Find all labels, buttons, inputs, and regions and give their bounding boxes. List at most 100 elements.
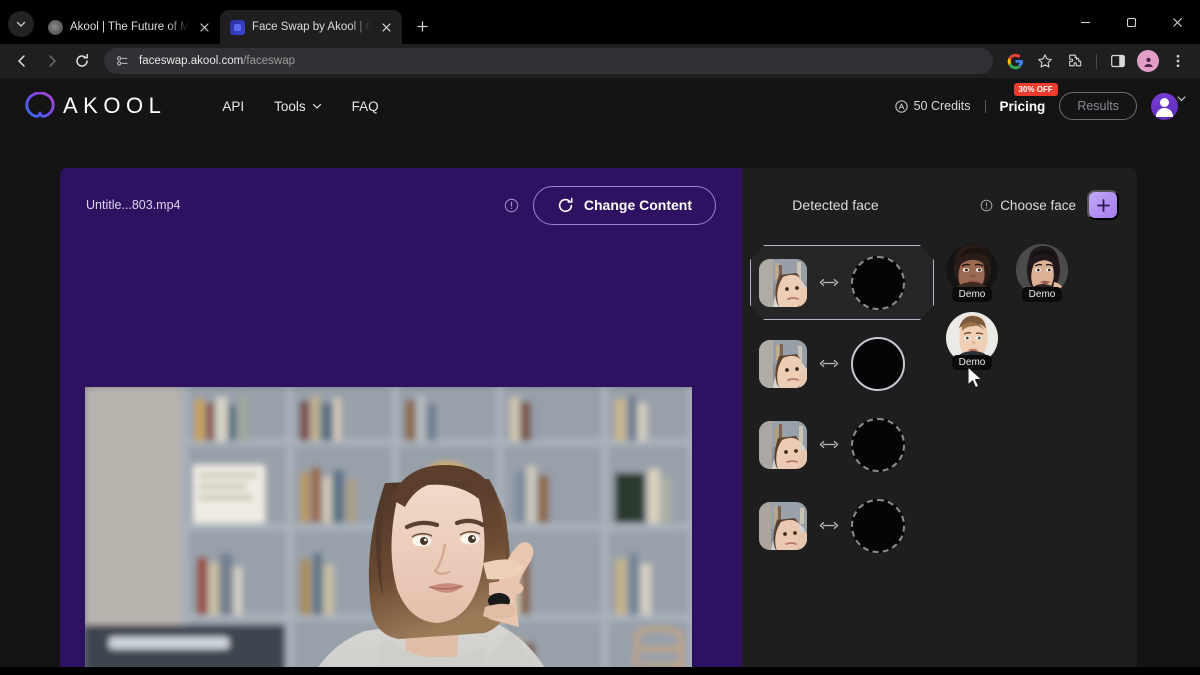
swap-arrows-icon [819,358,839,369]
bookmark-star-icon[interactable] [1031,47,1059,75]
nav-item-tools[interactable]: Tools [274,99,322,114]
face-pair-row[interactable] [750,404,932,485]
credits-display[interactable]: 50 Credits [894,99,971,113]
choose-face-group: Choose face [980,190,1119,220]
target-face-slot[interactable] [851,336,905,391]
swap-arrows-icon [819,520,839,531]
content-panel-header: Untitle...803.mp4 Change Content [60,168,742,242]
add-face-button[interactable] [1087,190,1119,220]
detected-face-3 [759,420,807,469]
address-bar[interactable]: faceswap.akool.com/faceswap [104,48,993,74]
browser-tab-2-close-button[interactable] [378,19,395,36]
refresh-icon [558,197,573,212]
reload-button[interactable] [68,47,96,75]
nav-item-api[interactable]: API [222,99,244,114]
minimize-button[interactable] [1062,3,1108,41]
target-face-slot[interactable] [851,417,905,472]
maximize-icon [1126,17,1136,27]
demo-face-label: Demo [951,355,993,370]
info-icon[interactable] [504,198,519,213]
page-info-icon[interactable] [114,53,130,69]
change-content-button[interactable]: Change Content [532,185,716,225]
target-face-slot[interactable] [851,255,905,310]
uploaded-filename: Untitle...803.mp4 [86,198,181,212]
viewport-bottom-edge [0,667,1200,675]
chevron-down-icon [1177,95,1186,101]
page-content: AKOOL API Tools FAQ 50 Credits 30% OFF P… [0,78,1200,667]
arrow-left-icon [18,55,25,67]
demo-face-item[interactable]: Demo [944,312,1000,370]
demo-faces-gallery: Demo Demo Demo [932,242,1137,566]
face-pair-row[interactable] [750,323,932,404]
browser-tab-1[interactable]: Akool | The Future of Marketin [38,10,220,44]
window-controls [1062,0,1200,44]
credits-label: 50 Credits [913,99,971,113]
address-bar-url: faceswap.akool.com/faceswap [139,55,295,67]
side-panel-icon[interactable] [1104,47,1132,75]
back-button[interactable] [8,47,36,75]
faceswap-app-icon [230,19,245,35]
nav-item-faq[interactable]: FAQ [352,99,379,114]
window-close-button[interactable] [1154,3,1200,41]
target-face-slot[interactable] [851,498,905,553]
url-path: /faceswap [243,55,295,67]
extensions-puzzle-icon[interactable] [1061,47,1089,75]
choose-face-label-group: Choose face [980,198,1076,213]
face-panel-body: Demo Demo Demo [742,242,1137,566]
arrow-right-icon [49,55,56,67]
results-button[interactable]: Results [1059,92,1137,120]
browser-tab-2-title: Face Swap by Akool | Online F [252,21,371,33]
change-content-label: Change Content [583,197,692,213]
user-menu[interactable] [1151,92,1186,120]
close-icon [1172,17,1182,27]
credits-coin-icon [894,99,908,113]
akool-logo-icon [25,92,55,118]
maximize-button[interactable] [1108,3,1154,41]
forward-button[interactable] [38,47,66,75]
plus-icon [416,20,428,32]
chevron-down-icon [312,103,321,109]
plus-icon [1096,198,1110,212]
new-tab-button[interactable] [409,13,435,39]
demo-face-item[interactable]: Demo [944,244,1000,302]
detected-faces-list [742,242,932,566]
detected-face-4 [759,501,807,550]
pricing-link[interactable]: 30% OFF Pricing [1000,83,1058,116]
info-icon[interactable] [980,199,993,212]
detected-face-thumbnail[interactable] [759,501,807,550]
reload-icon [76,53,88,67]
akool-logo[interactable]: AKOOL [24,92,166,120]
nav-item-tools-label: Tools [274,98,306,114]
nav-item-faq-label: FAQ [351,98,379,114]
chrome-menu-icon[interactable] [1164,47,1192,75]
face-pair-row[interactable] [750,485,932,566]
discount-badge: 30% OFF [1013,83,1058,96]
header-actions: 50 Credits 30% OFF Pricing Results [894,83,1186,120]
face-pair-row[interactable] [750,242,932,323]
nav-item-api-label: API [222,98,245,114]
browser-tab-2[interactable]: Face Swap by Akool | Online F [220,10,402,44]
detected-face-thumbnail[interactable] [759,339,807,388]
video-player[interactable]: 0:00 / 0:09 [85,387,692,667]
demo-face-item[interactable]: Demo [1014,244,1070,302]
face-panel-header: Detected face Choose face [742,168,1137,242]
detected-face-thumbnail[interactable] [759,258,807,307]
akool-logo-text: AKOOL [63,93,167,118]
browser-tab-1-close-button[interactable] [196,19,213,36]
minimize-icon [1080,21,1090,23]
tab-search-button[interactable] [8,11,34,37]
chevron-down-icon [16,21,26,27]
close-icon [200,22,209,32]
content-panel-actions: Change Content [504,185,716,225]
tab-strip: Akool | The Future of Marketin Face Swap… [0,0,1200,44]
site-nav: API Tools FAQ [222,99,378,114]
detected-face-thumbnail[interactable] [759,420,807,469]
swap-arrows-icon [819,439,839,450]
profile-avatar-icon[interactable] [1134,47,1162,75]
google-icon[interactable] [1001,47,1029,75]
browser-tab-1-title: Akool | The Future of Marketin [70,21,189,33]
detected-face-2 [759,339,807,388]
choose-face-label: Choose face [1000,197,1076,213]
swap-arrows-icon [819,277,839,288]
url-host: faceswap.akool.com [139,55,244,67]
